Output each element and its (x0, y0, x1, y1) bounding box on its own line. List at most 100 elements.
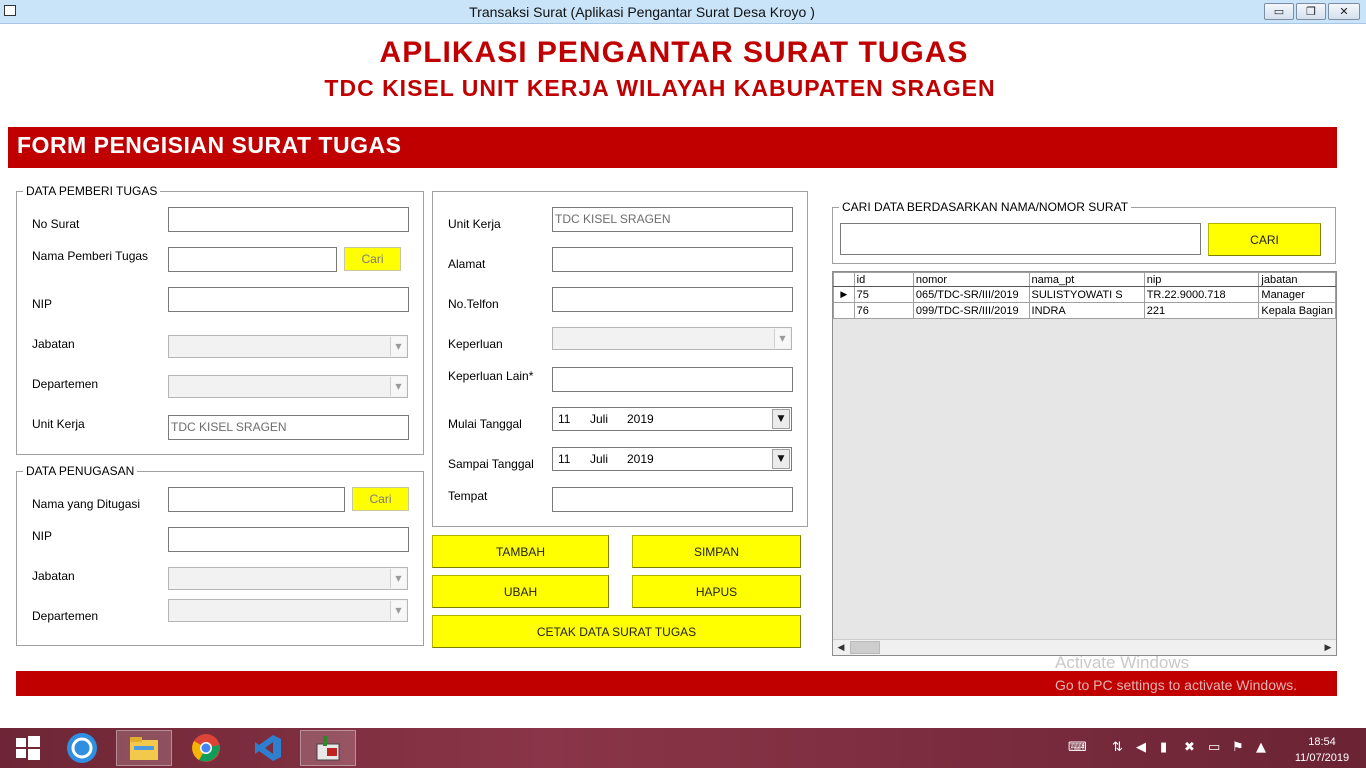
sampai-year: 2019 (627, 452, 654, 466)
windows-start-icon[interactable] (0, 730, 56, 766)
tempat-field[interactable] (552, 487, 793, 512)
keperluan-lain-label: Keperluan Lain* (448, 369, 534, 383)
volume-muted-icon[interactable]: ◀ (1136, 740, 1146, 755)
unit-kerja-pemberi-label: Unit Kerja (32, 417, 85, 431)
departemen-ditugasi-select[interactable]: ▼ (168, 599, 408, 622)
nama-pemberi-field[interactable] (168, 247, 337, 272)
cari-ditugasi-button[interactable]: Cari (352, 487, 409, 511)
unit-kerja-field[interactable]: TDC KISEL SRAGEN (552, 207, 793, 232)
grid-cell[interactable]: INDRA (1028, 302, 1145, 319)
sampai-tanggal-picker[interactable]: 11 Juli 2019 ▼ (552, 447, 792, 471)
search-input[interactable] (840, 223, 1201, 255)
cari-pemberi-button[interactable]: Cari (344, 247, 401, 271)
jabatan-pemberi-select[interactable]: ▼ (168, 335, 408, 358)
grid-col-header[interactable]: id (853, 272, 914, 287)
grid-corner (833, 272, 855, 287)
departemen-pemberi-select[interactable]: ▼ (168, 375, 408, 398)
activate-windows-title: Activate Windows (1055, 653, 1190, 672)
grid-col-header[interactable]: nama_pt (1028, 272, 1145, 287)
minimize-button[interactable]: ▭ (1264, 3, 1294, 20)
departemen-ditugasi-label: Departemen (32, 609, 99, 623)
visual-studio-icon[interactable] (240, 730, 296, 766)
file-explorer-icon[interactable] (116, 730, 172, 766)
window-title: Transaksi Surat (Aplikasi Pengantar Sura… (469, 4, 815, 20)
grid-cell[interactable]: 75 (853, 286, 914, 303)
data-grid[interactable]: id nomor nama_pt nip jabatan ▶ 75 065/TD… (832, 271, 1337, 656)
chrome-icon[interactable] (178, 730, 234, 766)
nama-ditugasi-field[interactable] (168, 487, 345, 512)
grid-cell[interactable]: 099/TDC-SR/III/2019 (912, 302, 1030, 319)
jabatan-ditugasi-select[interactable]: ▼ (168, 567, 408, 590)
nama-ditugasi-label: Nama yang Ditugasi (32, 497, 141, 511)
flag-alert-icon[interactable]: ⚑ (1232, 740, 1244, 755)
clock-date: 11/07/2019 (1294, 752, 1350, 764)
scroll-thumb[interactable] (850, 641, 880, 654)
chevron-down-icon[interactable]: ▼ (390, 569, 406, 588)
nip-ditugasi-field[interactable] (168, 527, 409, 552)
mulai-tanggal-picker[interactable]: 11 Juli 2019 ▼ (552, 407, 792, 431)
no-connection-icon[interactable]: ✖ (1184, 740, 1195, 755)
tambah-button[interactable]: TAMBAH (432, 535, 609, 568)
signal-icon[interactable]: ▮ (1160, 740, 1167, 755)
minimize-icon: ▭ (1273, 5, 1285, 18)
hapus-button[interactable]: HAPUS (632, 575, 801, 608)
grid-col-header[interactable]: nip (1143, 272, 1260, 287)
app-subtitle: TDC KISEL UNIT KERJA WILAYAH KABUPATEN S… (324, 75, 996, 101)
alamat-label: Alamat (448, 257, 486, 271)
chevron-down-icon[interactable]: ▼ (774, 329, 790, 348)
network-icon[interactable]: ⇅ (1112, 740, 1123, 755)
scroll-left-icon[interactable]: ◀ (833, 640, 849, 655)
display-icon[interactable]: ▭ (1208, 740, 1220, 755)
mulai-tanggal-label: Mulai Tanggal (448, 417, 522, 431)
group-detail-surat (432, 191, 808, 527)
sampai-day: 11 (558, 452, 571, 466)
nip-pemberi-field[interactable] (168, 287, 409, 312)
sync-icon[interactable] (54, 730, 110, 766)
sampai-month: Juli (590, 452, 609, 466)
window-title-bar[interactable]: Transaksi Surat (Aplikasi Pengantar Sura… (0, 0, 1366, 24)
keperluan-select[interactable]: ▼ (552, 327, 792, 350)
chevron-down-icon[interactable]: ▼ (390, 337, 406, 356)
group-penugasan-legend: DATA PENUGASAN (23, 464, 138, 478)
grid-cell[interactable]: 065/TDC-SR/III/2019 (912, 286, 1030, 303)
chevron-down-icon[interactable]: ▼ (390, 377, 406, 396)
search-button[interactable]: CARI (1208, 223, 1321, 256)
no-surat-label: No Surat (32, 217, 80, 231)
scroll-right-icon[interactable]: ▶ (1320, 640, 1336, 655)
grid-cell[interactable]: Kepala Bagian (1258, 302, 1336, 319)
keperluan-lain-field[interactable] (552, 367, 793, 392)
table-row[interactable]: ▶ 75 065/TDC-SR/III/2019 SULISTYOWATI S … (833, 286, 1336, 303)
update-icon[interactable]: ▲ (1256, 740, 1266, 755)
grid-col-header[interactable]: jabatan (1258, 272, 1336, 287)
grid-cell[interactable]: 76 (853, 302, 914, 319)
unit-kerja-pemberi-field[interactable]: TDC KISEL SRAGEN (168, 415, 409, 440)
group-pemberi-legend: DATA PEMBERI TUGAS (23, 184, 161, 198)
grid-cell[interactable]: SULISTYOWATI S (1028, 286, 1145, 303)
grid-cell[interactable]: TR.22.9000.718 (1143, 286, 1260, 303)
grid-cell[interactable]: Manager (1258, 286, 1336, 303)
no-surat-field[interactable] (168, 207, 409, 232)
chevron-down-icon[interactable]: ▼ (772, 409, 790, 429)
unit-kerja-label: Unit Kerja (448, 217, 501, 231)
search-legend: CARI DATA BERDASARKAN NAMA/NOMOR SURAT (839, 200, 1132, 214)
maximize-button[interactable]: ❐ (1296, 3, 1326, 20)
simpan-button[interactable]: SIMPAN (632, 535, 801, 568)
taskbar: ⌨ ⇅ ◀ ▮ ✖ ▭ ⚑ ▲ 18:54 11/07/2019 (0, 728, 1366, 768)
nama-pemberi-label: Nama Pemberi Tugas (32, 249, 149, 263)
close-button[interactable]: ✕ (1328, 3, 1360, 20)
vb6-app-icon[interactable] (300, 730, 356, 766)
grid-cell[interactable]: 221 (1143, 302, 1260, 319)
telfon-field[interactable] (552, 287, 793, 312)
row-selector[interactable] (833, 302, 855, 319)
chevron-down-icon[interactable]: ▼ (390, 601, 406, 620)
current-row-indicator-icon: ▶ (833, 286, 855, 303)
chevron-down-icon[interactable]: ▼ (772, 449, 790, 469)
cetak-button[interactable]: CETAK DATA SURAT TUGAS (432, 615, 801, 648)
clock[interactable]: 18:54 11/07/2019 (1284, 734, 1360, 766)
grid-col-header[interactable]: nomor (912, 272, 1030, 287)
alamat-field[interactable] (552, 247, 793, 272)
tempat-label: Tempat (448, 489, 488, 503)
table-row[interactable]: 76 099/TDC-SR/III/2019 INDRA 221 Kepala … (833, 302, 1336, 319)
keyboard-icon[interactable]: ⌨ (1068, 740, 1087, 755)
ubah-button[interactable]: UBAH (432, 575, 609, 608)
